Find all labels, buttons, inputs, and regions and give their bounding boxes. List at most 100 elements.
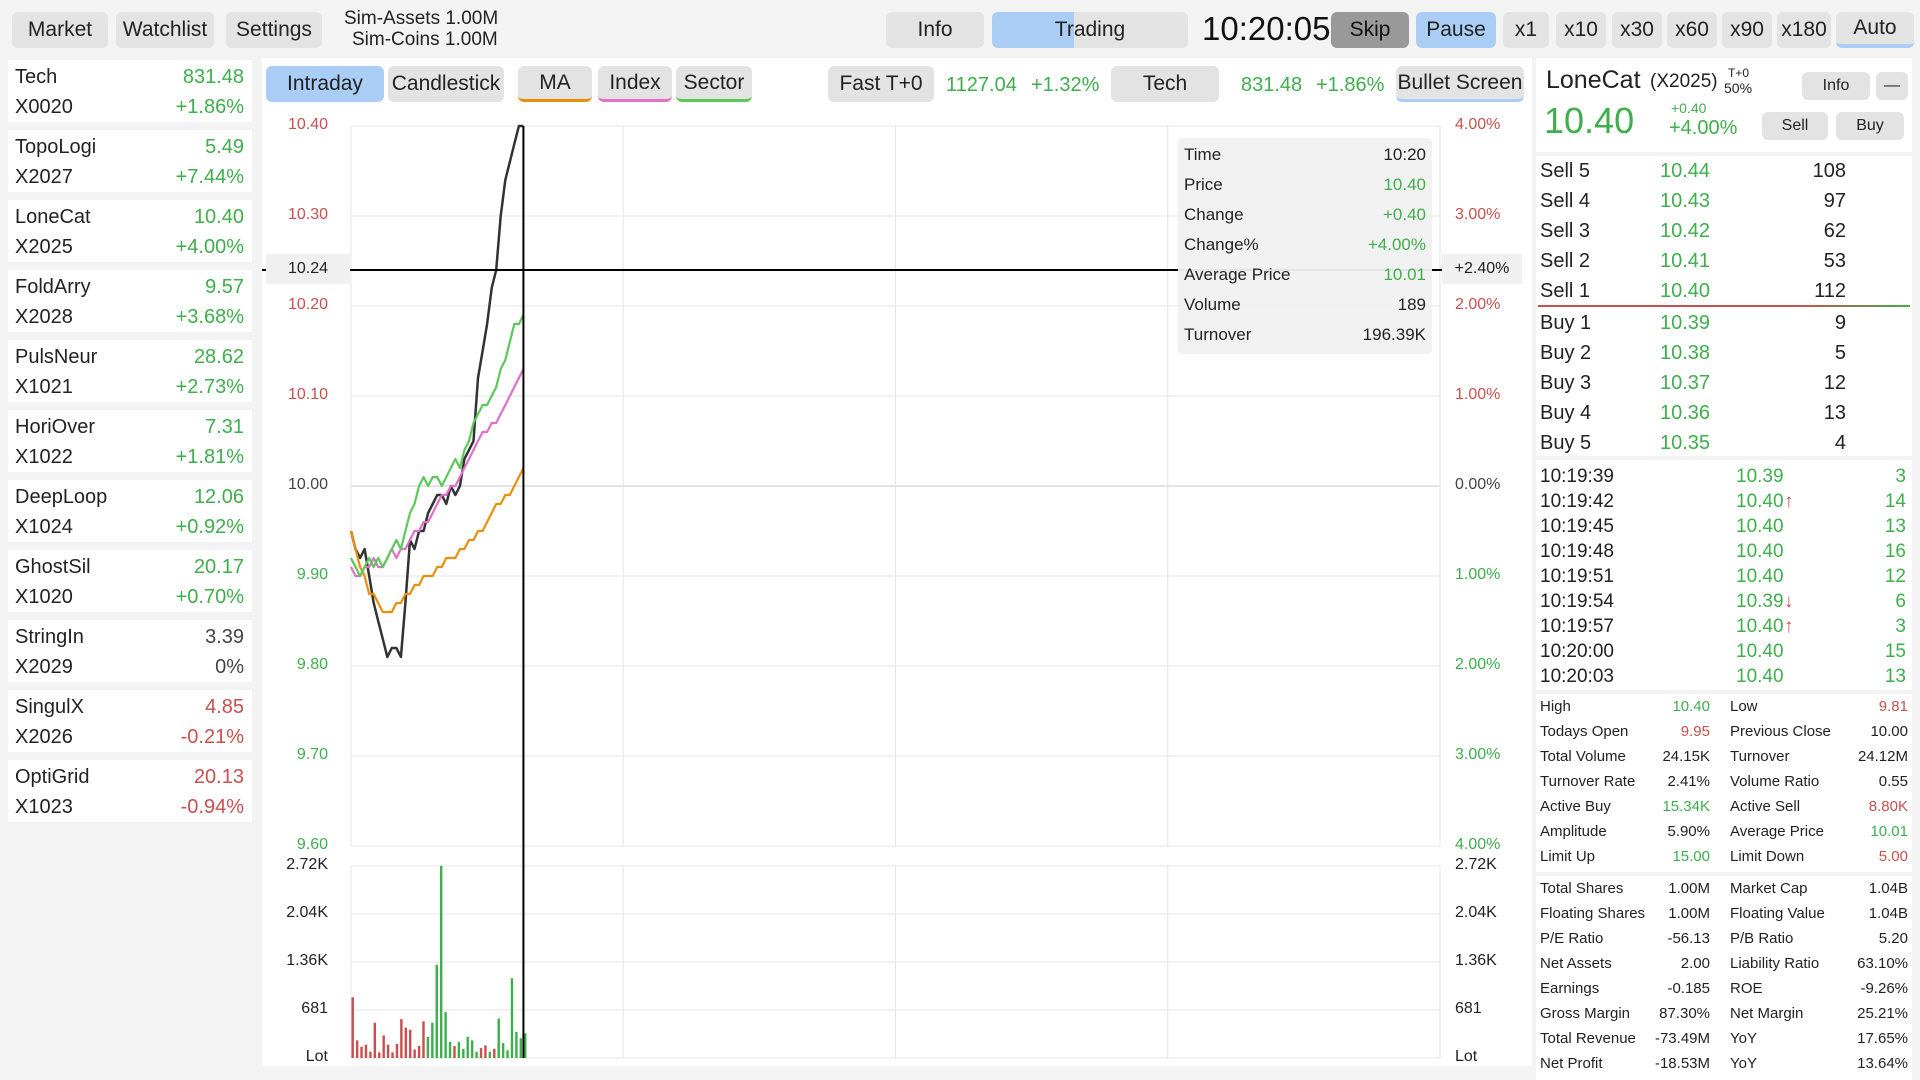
volume-bar	[457, 1041, 461, 1058]
watchlist-item[interactable]: OptiGrid 20.13 X1023 -0.94%	[8, 760, 252, 826]
volume-bar	[351, 997, 354, 1058]
tooltip-label: Volume	[1184, 295, 1241, 314]
volume-bar	[426, 1036, 430, 1058]
watchlist-item[interactable]: StringIn 3.39 X2029 0%	[8, 620, 252, 686]
info-top-button[interactable]: Info	[886, 12, 984, 48]
fundamental-label: Total Revenue	[1540, 1030, 1636, 1047]
stat-value: 10.01	[1870, 823, 1908, 840]
tick-qty: 14	[1884, 491, 1906, 512]
orderbook-row[interactable]: Buy 3 10.37 12	[1538, 370, 1908, 400]
watchlist-item-price: 10.40	[193, 206, 244, 228]
watchlist-item[interactable]: TopoLogi 5.49 X2027 +7.44%	[8, 130, 252, 196]
watchlist-item[interactable]: PulsNeur 28.62 X1021 +2.73%	[8, 340, 252, 406]
tick-price: 10.39	[1736, 591, 1784, 612]
orderbook-price: 10.44	[1660, 160, 1711, 182]
orderbook-row[interactable]: Buy 4 10.36 13	[1538, 400, 1908, 430]
stat-value: 10.00	[1870, 723, 1908, 740]
watchlist-item-name: FoldArry	[15, 276, 91, 298]
bullet-screen-button[interactable]: Bullet Screen	[1396, 66, 1524, 102]
tick-time: 10:19:45	[1540, 516, 1614, 537]
fundamental-value: 1.00M	[1668, 905, 1710, 922]
volume-bar	[510, 978, 514, 1058]
intraday-tab[interactable]: Intraday	[266, 66, 384, 102]
series-line-index	[350, 368, 525, 578]
skip-button[interactable]: Skip	[1331, 12, 1409, 48]
watchlist-item-price: 28.62	[193, 346, 244, 368]
watchlist-item-change: +1.81%	[175, 446, 244, 468]
speed-x1-button[interactable]: x1	[1503, 12, 1549, 48]
watchlist-item-price: 4.85	[205, 696, 244, 718]
watchlist-item[interactable]: HoriOver 7.31 X1022 +1.81%	[8, 410, 252, 476]
orderbook-price: 10.43	[1660, 190, 1711, 212]
stat-value: 0.55	[1878, 773, 1908, 790]
minimize-button[interactable]: —	[1876, 72, 1908, 100]
market-tab[interactable]: Market	[12, 12, 108, 48]
fast-t0-button[interactable]: Fast T+0	[828, 66, 934, 102]
trading-label: Trading	[1054, 18, 1126, 41]
trading-progress: Trading	[992, 12, 1188, 48]
watchlist-item[interactable]: LoneCat 10.40 X2025 +4.00%	[8, 200, 252, 266]
speed-x30-button[interactable]: x30	[1612, 12, 1662, 48]
orderbook-row[interactable]: Sell 1 10.40 112	[1538, 278, 1908, 308]
watchlist-item[interactable]: DeepLoop 12.06 X1024 +0.92%	[8, 480, 252, 546]
watchlist-item[interactable]: GhostSil 20.17 X1020 +0.70%	[8, 550, 252, 616]
auto-button[interactable]: Auto	[1836, 12, 1914, 48]
orderbook-row[interactable]: Buy 1 10.39 9	[1538, 310, 1908, 340]
ma-toggle[interactable]: MA	[518, 66, 592, 102]
stat-label: Todays Open	[1540, 723, 1629, 740]
stock-price: 10.40	[1544, 100, 1635, 141]
candlestick-tab[interactable]: Candlestick	[388, 66, 504, 102]
watchlist-item[interactable]: Tech 831.48 X0020 +1.86%	[8, 60, 252, 126]
settings-tab[interactable]: Settings	[226, 12, 322, 48]
price-tick-label: 9.80	[296, 656, 328, 673]
sell-button[interactable]: Sell	[1762, 112, 1828, 140]
pause-button[interactable]: Pause	[1416, 12, 1496, 48]
stat-label: Turnover Rate	[1540, 773, 1636, 790]
stat-row: Turnover Rate 2.41% Volume Ratio 0.55	[1538, 771, 1910, 796]
pct-tick-label: 3.00%	[1455, 746, 1501, 763]
orderbook-row[interactable]: Sell 2 10.41 53	[1538, 248, 1908, 278]
watchlist-item[interactable]: SingulX 4.85 X2026 -0.21%	[8, 690, 252, 756]
orderbook-row[interactable]: Buy 2 10.38 5	[1538, 340, 1908, 370]
watchlist-item-name: GhostSil	[15, 556, 91, 578]
stat-label: Average Price	[1730, 823, 1824, 840]
fundamental-label: P/E Ratio	[1540, 930, 1604, 947]
tick-row: 10:20:00 10.40 15	[1538, 641, 1910, 666]
volume-bar	[488, 1051, 492, 1058]
fundamental-row: P/E Ratio -56.13 P/B Ratio 5.20	[1538, 928, 1910, 953]
orderbook-row[interactable]: Sell 4 10.43 97	[1538, 188, 1908, 218]
volume-bar	[400, 1019, 403, 1058]
speed-x180-button[interactable]: x180	[1777, 12, 1831, 48]
speed-x90-button[interactable]: x90	[1722, 12, 1772, 48]
stat-label: Limit Up	[1540, 848, 1596, 865]
volume-tick-label-right: 1.36K	[1455, 952, 1497, 969]
orderbook-row[interactable]: Sell 3 10.42 62	[1538, 218, 1908, 248]
orderbook-row[interactable]: Buy 5 10.35 4	[1538, 430, 1908, 460]
tick-row: 10:19:54 10.39 ↓ 6	[1538, 591, 1910, 616]
speed-x10-button[interactable]: x10	[1556, 12, 1606, 48]
orderbook-label: Buy 2	[1540, 342, 1592, 364]
watchlist-tab[interactable]: Watchlist	[116, 12, 214, 48]
index-toggle[interactable]: Index	[598, 66, 672, 102]
watchlist-item[interactable]: FoldArry 9.57 X2028 +3.68%	[8, 270, 252, 336]
volume-tick-label-right: 2.04K	[1455, 904, 1497, 921]
fundamental-value: -0.185	[1667, 980, 1710, 997]
stock-info-button[interactable]: Info	[1802, 72, 1870, 100]
pct-tick-label: 4.00%	[1455, 836, 1501, 853]
tick-price: 10.40	[1736, 491, 1784, 512]
fundamental-row: Earnings -0.185 ROE -9.26%	[1538, 978, 1910, 1003]
fundamental-label: Floating Shares	[1540, 905, 1646, 922]
orderbook-price: 10.40	[1660, 280, 1711, 302]
tick-price: 10.39	[1736, 466, 1784, 487]
volume-tick-label-right: 2.72K	[1455, 856, 1497, 873]
stat-value: 2.41%	[1667, 773, 1710, 790]
speed-x60-button[interactable]: x60	[1667, 12, 1717, 48]
volume-bar	[519, 1038, 523, 1058]
buy-button[interactable]: Buy	[1836, 112, 1904, 140]
orderbook-row[interactable]: Sell 5 10.44 108	[1538, 158, 1908, 188]
sector-button[interactable]: Tech	[1111, 66, 1219, 102]
volume-bar	[382, 1035, 385, 1058]
volume-bar	[506, 1050, 509, 1058]
sector-toggle[interactable]: Sector	[676, 66, 752, 102]
watchlist-item-code: X1023	[15, 796, 73, 818]
